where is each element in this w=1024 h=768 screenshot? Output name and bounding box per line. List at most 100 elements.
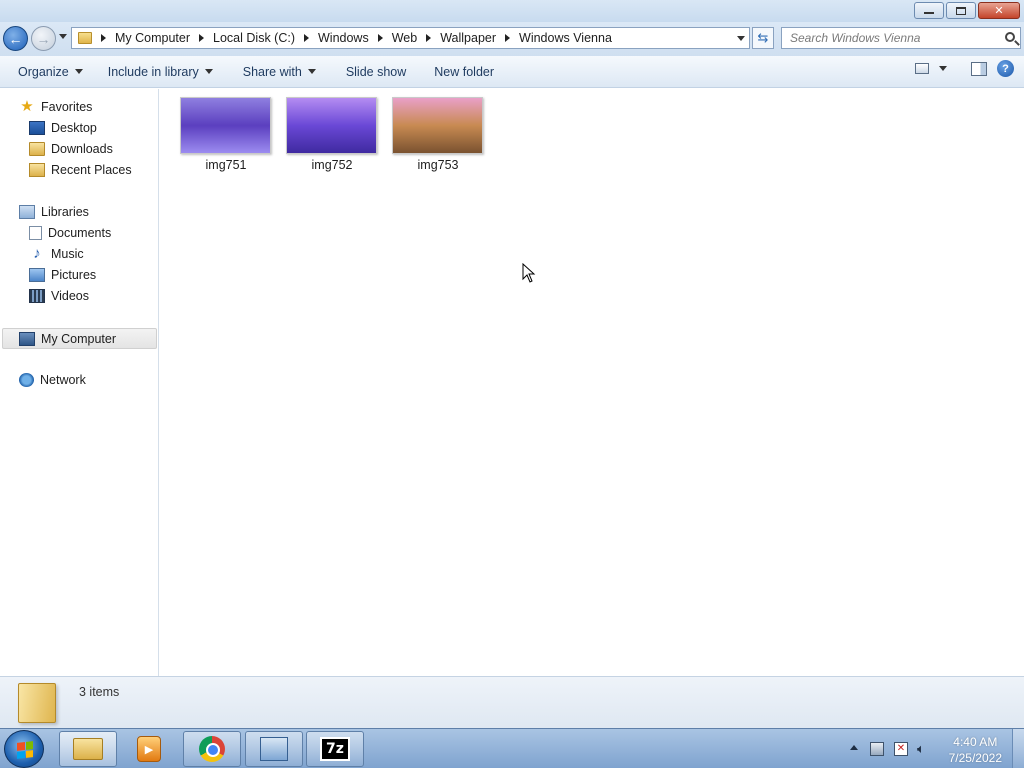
breadcrumb-separator-icon[interactable] [505, 34, 511, 42]
breadcrumb: My Computer Local Disk (C:) Windows Web … [92, 31, 612, 45]
close-icon: ✕ [994, 4, 1004, 17]
toolbar-right: ? [915, 60, 1014, 77]
action-center-icon[interactable]: ✕ [894, 742, 908, 756]
show-desktop-button[interactable] [1012, 729, 1024, 768]
navigation-bar: ← → My Computer Local Disk (C:) Windows … [0, 22, 1024, 56]
search-box [781, 27, 1021, 49]
taskbar-control-panel-button[interactable] [245, 731, 303, 767]
sidebar-item-network[interactable]: Network [19, 370, 86, 390]
volume-icon[interactable]: 🔈︎ [917, 742, 931, 756]
sidebar-item-music[interactable]: ♪ Music [29, 244, 83, 264]
documents-icon [29, 226, 42, 240]
sidebar-item-my-computer[interactable]: My Computer [2, 328, 157, 349]
sidebar-item-desktop[interactable]: Desktop [29, 118, 97, 138]
folder-icon [18, 683, 56, 723]
search-icon[interactable] [1005, 32, 1015, 42]
help-icon[interactable]: ? [997, 60, 1014, 77]
new-folder-button[interactable]: New folder [425, 60, 503, 84]
sidebar-item-documents[interactable]: Documents [29, 223, 111, 243]
refresh-icon: ⇆ [757, 30, 769, 45]
taskbar-7zip-button[interactable]: 7z [306, 731, 364, 767]
close-button[interactable]: ✕ [978, 2, 1020, 19]
chevron-down-icon [204, 69, 213, 74]
breadcrumb-web[interactable]: Web [392, 31, 417, 45]
navigation-pane: ★ Favorites Desktop Downloads Recent Pla… [0, 89, 159, 676]
share-with-button[interactable]: Share with [234, 60, 325, 84]
downloads-folder-icon [29, 142, 45, 156]
videos-icon [29, 289, 45, 303]
forward-button[interactable]: → [31, 26, 56, 51]
sidebar-item-favorites[interactable]: ★ Favorites [19, 97, 92, 117]
refresh-button[interactable]: ⇆ [752, 27, 774, 49]
start-button[interactable] [4, 730, 44, 768]
clock[interactable]: 4:40 AM 7/25/2022 [949, 734, 1002, 766]
breadcrumb-separator-icon[interactable] [199, 34, 205, 42]
windows-logo-icon [17, 741, 33, 759]
sidebar-item-recent-places[interactable]: Recent Places [29, 160, 132, 180]
breadcrumb-my-computer[interactable]: My Computer [115, 31, 190, 45]
breadcrumb-windows[interactable]: Windows [318, 31, 369, 45]
breadcrumb-local-disk[interactable]: Local Disk (C:) [213, 31, 295, 45]
title-bar: ✕ [0, 0, 1024, 22]
sidebar-item-label: Documents [48, 226, 112, 240]
taskbar-media-player-button[interactable]: ▶ [120, 731, 178, 767]
preview-pane-icon[interactable] [971, 61, 987, 76]
organize-button[interactable]: Organize [9, 60, 92, 84]
file-list: img751 img752 img753 [160, 89, 1024, 676]
back-arrow-icon: ← [8, 30, 23, 47]
organize-label: Organize [18, 64, 69, 79]
network-status-icon[interactable] [870, 742, 884, 756]
breadcrumb-wallpaper[interactable]: Wallpaper [440, 31, 496, 45]
include-in-library-button[interactable]: Include in library [99, 60, 222, 84]
file-name: img751 [205, 158, 247, 172]
file-item[interactable]: img753 [392, 97, 484, 172]
taskbar-explorer-button[interactable] [59, 731, 117, 767]
change-view-icon[interactable] [915, 63, 929, 74]
folder-icon [78, 32, 92, 44]
file-name: img752 [311, 158, 353, 172]
recent-pages-dropdown[interactable] [59, 34, 67, 39]
libraries-icon [19, 205, 35, 219]
sidebar-item-label: My Computer [41, 331, 117, 346]
address-bar[interactable]: My Computer Local Disk (C:) Windows Web … [71, 27, 750, 49]
minimize-icon [924, 12, 934, 14]
breadcrumb-separator-icon[interactable] [101, 34, 106, 42]
new-folder-label: New folder [434, 64, 495, 79]
slide-show-label: Slide show [345, 64, 407, 79]
slide-show-button[interactable]: Slide show [337, 60, 415, 84]
breadcrumb-windows-vienna[interactable]: Windows Vienna [519, 31, 612, 45]
details-pane: 3 items [0, 676, 1024, 728]
taskbar-chrome-button[interactable] [183, 731, 241, 767]
file-name: img753 [417, 158, 459, 172]
share-with-label: Share with [242, 64, 302, 79]
sidebar-item-videos[interactable]: Videos [29, 286, 89, 306]
music-icon: ♪ [33, 245, 41, 262]
item-count: 3 items [79, 685, 120, 699]
back-button[interactable]: ← [3, 26, 28, 51]
window-controls: ✕ [914, 2, 1020, 19]
restore-button[interactable] [946, 2, 976, 19]
breadcrumb-separator-icon[interactable] [426, 34, 432, 42]
address-history-dropdown[interactable] [737, 36, 745, 41]
command-bar: Organize Include in library Share with S… [0, 56, 1024, 88]
7zip-icon: 7z [320, 737, 350, 761]
search-input[interactable] [782, 28, 992, 48]
chrome-icon [199, 736, 225, 762]
sidebar-item-label: Libraries [41, 205, 89, 219]
breadcrumb-separator-icon[interactable] [377, 34, 383, 42]
sidebar-item-pictures[interactable]: Pictures [29, 265, 96, 285]
notification-area: ✕ 🔈︎ 4:40 AM 7/25/2022 [824, 729, 1024, 768]
include-in-library-label: Include in library [107, 64, 199, 79]
sidebar-item-libraries[interactable]: Libraries [19, 202, 89, 222]
control-panel-icon [260, 737, 288, 761]
file-item[interactable]: img752 [286, 97, 378, 172]
7zip-label: 7z [326, 741, 344, 757]
show-hidden-icons-icon[interactable] [850, 745, 858, 750]
breadcrumb-separator-icon[interactable] [304, 34, 309, 42]
file-item[interactable]: img751 [180, 97, 272, 172]
view-options-dropdown[interactable] [939, 66, 947, 71]
sidebar-item-downloads[interactable]: Downloads [29, 139, 113, 159]
restore-icon [956, 6, 966, 15]
minimize-button[interactable] [914, 2, 944, 19]
sidebar-item-label: Desktop [51, 121, 97, 135]
